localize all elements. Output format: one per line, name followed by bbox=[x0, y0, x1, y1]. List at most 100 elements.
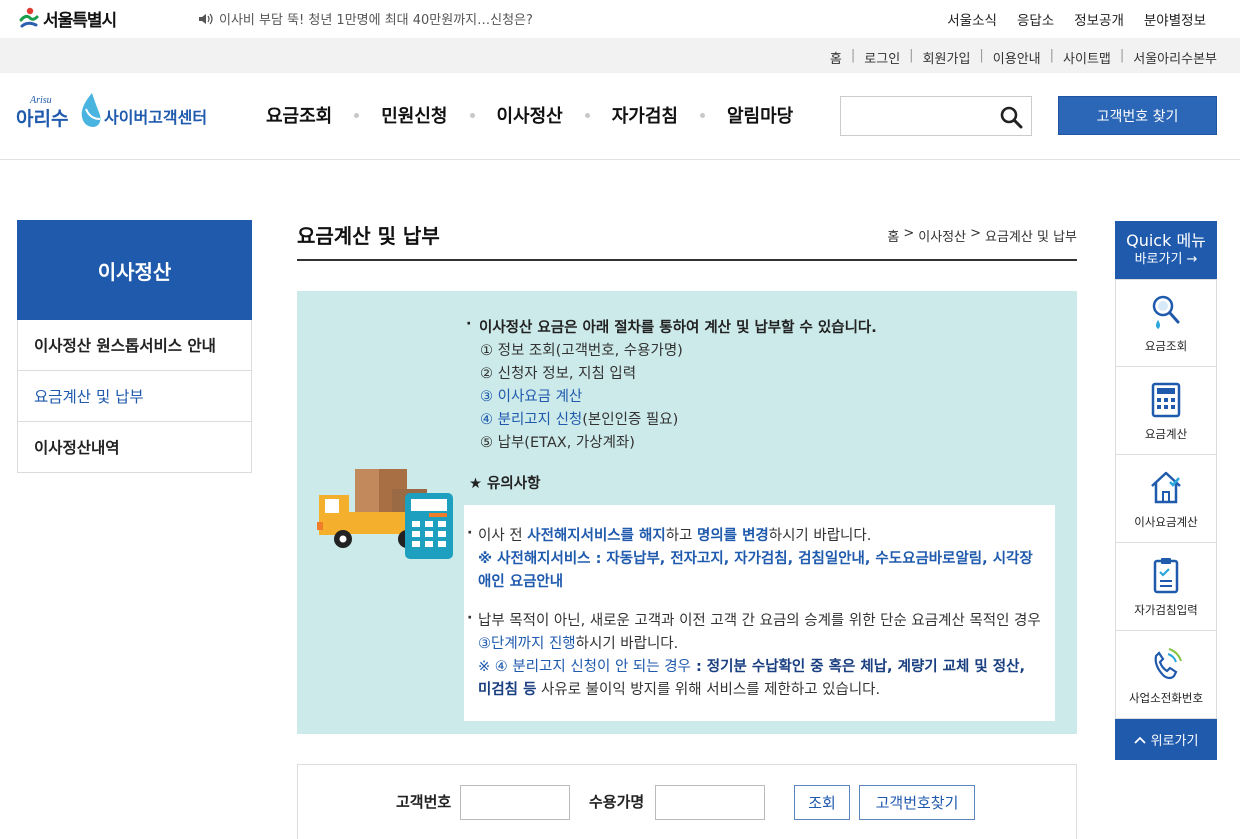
customer-number-label: 고객번호 bbox=[396, 793, 452, 811]
sidebar-item-settlement-history[interactable]: 이사정산내역 bbox=[17, 422, 252, 473]
top-link-field-info[interactable]: 분야별정보 bbox=[1144, 9, 1206, 29]
moving-truck-calculator-icon bbox=[317, 469, 453, 559]
scroll-to-top-label: 위로가기 bbox=[1150, 734, 1199, 749]
procedure-step-2: ② 신청자 정보, 지침 입력 bbox=[480, 366, 637, 382]
nav-dot bbox=[700, 112, 705, 118]
customer-name-input[interactable] bbox=[655, 785, 765, 820]
seoul-city-logo[interactable]: 서울특별시 bbox=[18, 5, 117, 31]
note-mark: ※ bbox=[478, 659, 495, 675]
magnifier-drop-icon bbox=[1152, 295, 1180, 329]
caution1-highlight: 명의를 변경 bbox=[697, 528, 769, 544]
sidebar-item-onestop-guide[interactable]: 이사정산 원스톱서비스 안내 bbox=[17, 320, 252, 371]
chevron-up-icon bbox=[1133, 736, 1146, 744]
procedure-step-4-label: ④ 분리고지 신청 bbox=[480, 412, 583, 428]
logo-small-text: Arisu bbox=[29, 95, 52, 106]
nav-notice-board[interactable]: 알림마당 bbox=[727, 102, 793, 128]
quick-item-label: 이사요금계산 bbox=[1134, 514, 1198, 529]
caution1-highlight: 사전해지서비스를 해지 bbox=[527, 528, 666, 544]
notice-banner[interactable]: 이사비 부담 뚝! 청년 1만명에 최대 40만원까지…신청은? bbox=[198, 9, 533, 28]
breadcrumb: 홈 > 이사정산 > 요금계산 및 납부 bbox=[887, 226, 1077, 245]
divider: | bbox=[850, 48, 856, 63]
nav-dot bbox=[354, 112, 360, 118]
divider: | bbox=[1119, 48, 1125, 63]
util-link-signup[interactable]: 회원가입 bbox=[923, 48, 971, 67]
top-link-info-disclosure[interactable]: 정보공개 bbox=[1074, 9, 1124, 29]
divider: | bbox=[1049, 48, 1055, 63]
quick-item-label: 자가검침입력 bbox=[1134, 602, 1198, 617]
top-bar: 서울특별시 이사비 부담 뚝! 청년 1만명에 최대 40만원까지…신청은? 서… bbox=[0, 0, 1240, 38]
sidebar-item-calc-payment[interactable]: 요금계산 및 납부 bbox=[17, 371, 252, 422]
utility-bar: 홈 | 로그인 | 회원가입 | 이용안내 | 사이트맵 | 서울아리수본부 bbox=[0, 38, 1240, 73]
procedure-step-5: ⑤ 납부(ETAX, 가상계좌) bbox=[480, 435, 635, 451]
quick-item-bill-inquiry[interactable]: 요금조회 bbox=[1115, 279, 1217, 367]
caution2-text: 하시기 바랍니다. bbox=[575, 636, 679, 652]
divider: | bbox=[979, 48, 984, 63]
procedure-step-4: ④ 분리고지 신청(본인인증 필요) bbox=[466, 409, 877, 432]
nav-civil-request[interactable]: 민원신청 bbox=[381, 102, 447, 128]
arisu-drop-icon: Arisu 아리수 사이버고객센터 bbox=[16, 93, 207, 130]
nav-dot bbox=[584, 112, 590, 118]
arisu-logo[interactable]: Arisu 아리수 사이버고객센터 bbox=[16, 89, 216, 133]
nav-bill-inquiry[interactable]: 요금조회 bbox=[266, 102, 332, 128]
customer-number-input[interactable] bbox=[460, 785, 570, 820]
top-links: 서울소식 응답소 정보공개 분야별정보 bbox=[947, 9, 1206, 29]
quick-item-label: 사업소전화번호 bbox=[1128, 690, 1204, 705]
quick-item-label: 요금조회 bbox=[1144, 339, 1188, 353]
quick-item-self-reading[interactable]: 자가검침입력 bbox=[1115, 543, 1217, 631]
utility-links: 홈 | 로그인 | 회원가입 | 이용안내 | 사이트맵 | 서울아리수본부 bbox=[830, 48, 1217, 67]
seoul-mark-icon bbox=[19, 7, 39, 28]
caution-item-1: · 이사 전 사전해지서비스를 해지하고 명의를 변경하시기 바랍니다. ※ 사… bbox=[467, 525, 1041, 594]
logo-title-text: 사이버고객센터 bbox=[104, 108, 207, 127]
customer-name-label: 수용가명 bbox=[589, 793, 645, 811]
quick-menu: Quick 메뉴 바로가기 → 요금조회 요금계산 이사요금계산 자가검침입력 … bbox=[1115, 221, 1217, 760]
caution1-text: 하고 bbox=[665, 528, 697, 544]
quick-item-office-phone[interactable]: 사업소전화번호 bbox=[1115, 631, 1217, 719]
quick-menu-subtitle: 바로가기 → bbox=[1134, 252, 1198, 267]
caution1-text: 하시기 바랍니다. bbox=[768, 528, 872, 544]
nav-move-settlement[interactable]: 이사정산 bbox=[497, 102, 563, 128]
top-link-eungdapso[interactable]: 응답소 bbox=[1017, 9, 1054, 29]
seoul-city-name: 서울특별시 bbox=[43, 10, 117, 31]
calculator-icon bbox=[1151, 382, 1181, 417]
main-nav: 요금조회 민원신청 이사정산 자가검침 알림마당 bbox=[266, 102, 793, 128]
find-customer-number-link[interactable]: 고객번호찾기 bbox=[859, 785, 975, 820]
breadcrumb-move-settlement[interactable]: 이사정산 bbox=[918, 226, 966, 245]
util-link-login[interactable]: 로그인 bbox=[864, 48, 900, 67]
logo-brand-text: 아리수 bbox=[16, 108, 68, 130]
procedure-list: 이사정산 요금은 아래 절차를 통하여 계산 및 납부할 수 있습니다. ① 정… bbox=[466, 313, 877, 455]
breadcrumb-home[interactable]: 홈 bbox=[887, 226, 899, 245]
bullet: · bbox=[467, 610, 473, 626]
speaker-icon bbox=[199, 13, 213, 24]
search-button[interactable]: 조회 bbox=[794, 785, 850, 820]
util-link-sitemap[interactable]: 사이트맵 bbox=[1063, 48, 1111, 67]
util-link-home[interactable]: 홈 bbox=[830, 48, 842, 67]
caution-item-2: · 납부 목적이 아닌, 새로운 고객과 이전 고객 간 요금의 승계를 위한 … bbox=[467, 610, 1041, 702]
find-customer-number-button[interactable]: 고객번호 찾기 bbox=[1058, 96, 1217, 135]
util-link-guide[interactable]: 이용안내 bbox=[993, 48, 1041, 67]
breadcrumb-separator: > bbox=[903, 226, 915, 241]
breadcrumb-current: 요금계산 및 납부 bbox=[985, 230, 1077, 245]
bullet: · bbox=[467, 525, 473, 541]
caution2-highlight: ③단계까지 진행 bbox=[478, 636, 576, 652]
clipboard-icon bbox=[1153, 557, 1179, 593]
customer-search-form: 고객번호 수용가명 조회 고객번호찾기 bbox=[297, 764, 1077, 839]
quick-item-move-calc[interactable]: 이사요금계산 bbox=[1115, 455, 1217, 543]
nav-self-reading[interactable]: 자가검침 bbox=[612, 102, 678, 128]
scroll-to-top-button[interactable]: 위로가기 bbox=[1115, 719, 1217, 760]
procedure-lead: 이사정산 요금은 아래 절차를 통하여 계산 및 납부할 수 있습니다. bbox=[466, 313, 877, 340]
site-header: Arisu 아리수 사이버고객센터 요금조회 민원신청 이사정산 자가검침 알림… bbox=[0, 73, 1240, 160]
phone-icon bbox=[1154, 647, 1182, 679]
procedure-step-1: ① 정보 조회(고객번호, 수용가명) bbox=[480, 343, 683, 359]
quick-item-bill-calc[interactable]: 요금계산 bbox=[1115, 367, 1217, 455]
procedure-step-3: ③ 이사요금 계산 bbox=[480, 389, 583, 405]
notice-text[interactable]: 이사비 부담 뚝! 청년 1만명에 최대 40만원까지…신청은? bbox=[219, 9, 533, 28]
caution-title: ★ 유의사항 bbox=[469, 476, 541, 492]
quick-menu-title: Quick 메뉴 bbox=[1126, 231, 1206, 250]
search-input[interactable] bbox=[841, 97, 991, 135]
page-title: 요금계산 및 납부 bbox=[297, 224, 440, 248]
search-icon[interactable] bbox=[999, 105, 1023, 129]
util-link-arisu-hq[interactable]: 서울아리수본부 bbox=[1133, 48, 1217, 67]
sidebar: 이사정산 이사정산 원스톱서비스 안내 요금계산 및 납부 이사정산내역 bbox=[17, 220, 252, 473]
nav-dot bbox=[469, 112, 475, 118]
top-link-seoul-news[interactable]: 서울소식 bbox=[947, 9, 997, 29]
